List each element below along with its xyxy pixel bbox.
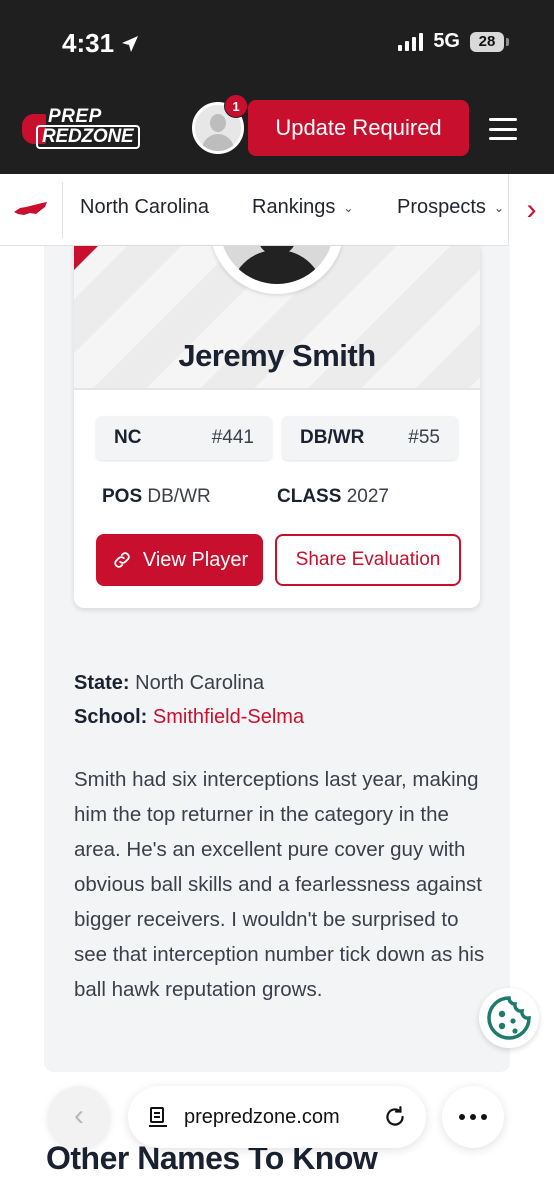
chevron-down-icon: ⌄ <box>343 200 354 215</box>
corner-accent <box>74 246 98 270</box>
state-label: State: <box>74 672 130 694</box>
battery-icon: 28 <box>470 31 509 52</box>
view-player-button[interactable]: View Player <box>96 534 263 586</box>
player-avatar <box>210 246 344 294</box>
prep-redzone-logo[interactable]: PREP REDZONE <box>22 106 148 150</box>
browser-toolbar: ‹ prepredzone.com <box>0 1072 554 1200</box>
class-value: 2027 <box>346 486 389 507</box>
cookie-settings-button[interactable] <box>479 988 539 1048</box>
update-required-button[interactable]: Update Required <box>248 100 469 156</box>
class-info: CLASS 2027 <box>277 486 389 508</box>
network-type: 5G <box>433 30 460 52</box>
app-header: PREP REDZONE 1 Update Required <box>0 88 554 174</box>
nav-state-label: North Carolina <box>80 196 209 218</box>
logo-text-redzone: REDZONE <box>36 125 140 149</box>
state-line: State: North Carolina <box>74 672 264 695</box>
state-rank: #441 <box>211 427 254 448</box>
status-indicators: 5G 28 <box>398 30 509 53</box>
school-link[interactable]: Smithfield-Selma <box>153 706 304 728</box>
nav-prospects-label: Prospects <box>397 196 486 218</box>
link-icon <box>114 552 130 568</box>
hamburger-menu-icon[interactable] <box>489 118 517 140</box>
school-label: School: <box>74 706 148 728</box>
account-avatar-button[interactable]: 1 <box>192 94 248 154</box>
pos-value: DB/WR <box>147 486 211 507</box>
position-label: DB/WR <box>300 427 365 448</box>
class-key: CLASS <box>277 486 342 507</box>
back-arrow-icon[interactable]: ‹ <box>48 1086 110 1148</box>
player-name: Jeremy Smith <box>178 338 376 373</box>
north-carolina-state-icon[interactable] <box>12 200 48 218</box>
chevron-down-icon: ⌄ <box>493 200 504 215</box>
pos-key: POS <box>102 486 143 507</box>
position-rank-chip: DB/WR #55 <box>282 416 458 460</box>
nav-prospects[interactable]: Prospects ⌄ <box>397 196 504 219</box>
school-line: School: Smithfield-Selma <box>74 706 304 729</box>
status-time: 4:31 <box>62 28 140 59</box>
evaluation-text: Smith had six interceptions last year, m… <box>74 768 485 1001</box>
nav-rankings[interactable]: Rankings ⌄ <box>252 196 353 219</box>
player-card: Jeremy Smith NC #441 DB/WR #55 POS DB/WR… <box>74 246 480 608</box>
location-arrow-icon <box>122 35 139 52</box>
cookie-icon <box>487 996 531 1040</box>
position-rank: #55 <box>408 427 440 448</box>
more-options-icon[interactable] <box>442 1086 504 1148</box>
notification-badge: 1 <box>224 94 248 118</box>
reload-icon[interactable] <box>382 1104 408 1130</box>
reader-mode-icon[interactable] <box>146 1105 170 1129</box>
signal-icon <box>398 32 424 51</box>
state-subnav: North Carolina Rankings ⌄ Prospects ⌄ › <box>0 174 554 246</box>
nav-state-north-carolina[interactable]: North Carolina <box>80 196 209 219</box>
nav-divider <box>62 182 63 238</box>
url-text: prepredzone.com <box>184 1105 340 1128</box>
view-player-label: View Player <box>142 548 249 571</box>
state-code: NC <box>114 427 142 448</box>
state-value: North Carolina <box>135 672 265 694</box>
status-bar: 4:31 5G 28 <box>0 0 554 88</box>
nav-rankings-label: Rankings <box>252 196 336 218</box>
clock-text: 4:31 <box>62 28 115 58</box>
state-rank-chip: NC #441 <box>96 416 272 460</box>
address-bar[interactable]: prepredzone.com <box>128 1086 426 1148</box>
chevron-right-icon[interactable]: › <box>508 174 554 246</box>
share-evaluation-button[interactable]: Share Evaluation <box>275 534 461 586</box>
pos-info: POS DB/WR <box>102 486 211 508</box>
player-hero: Jeremy Smith <box>74 246 480 390</box>
